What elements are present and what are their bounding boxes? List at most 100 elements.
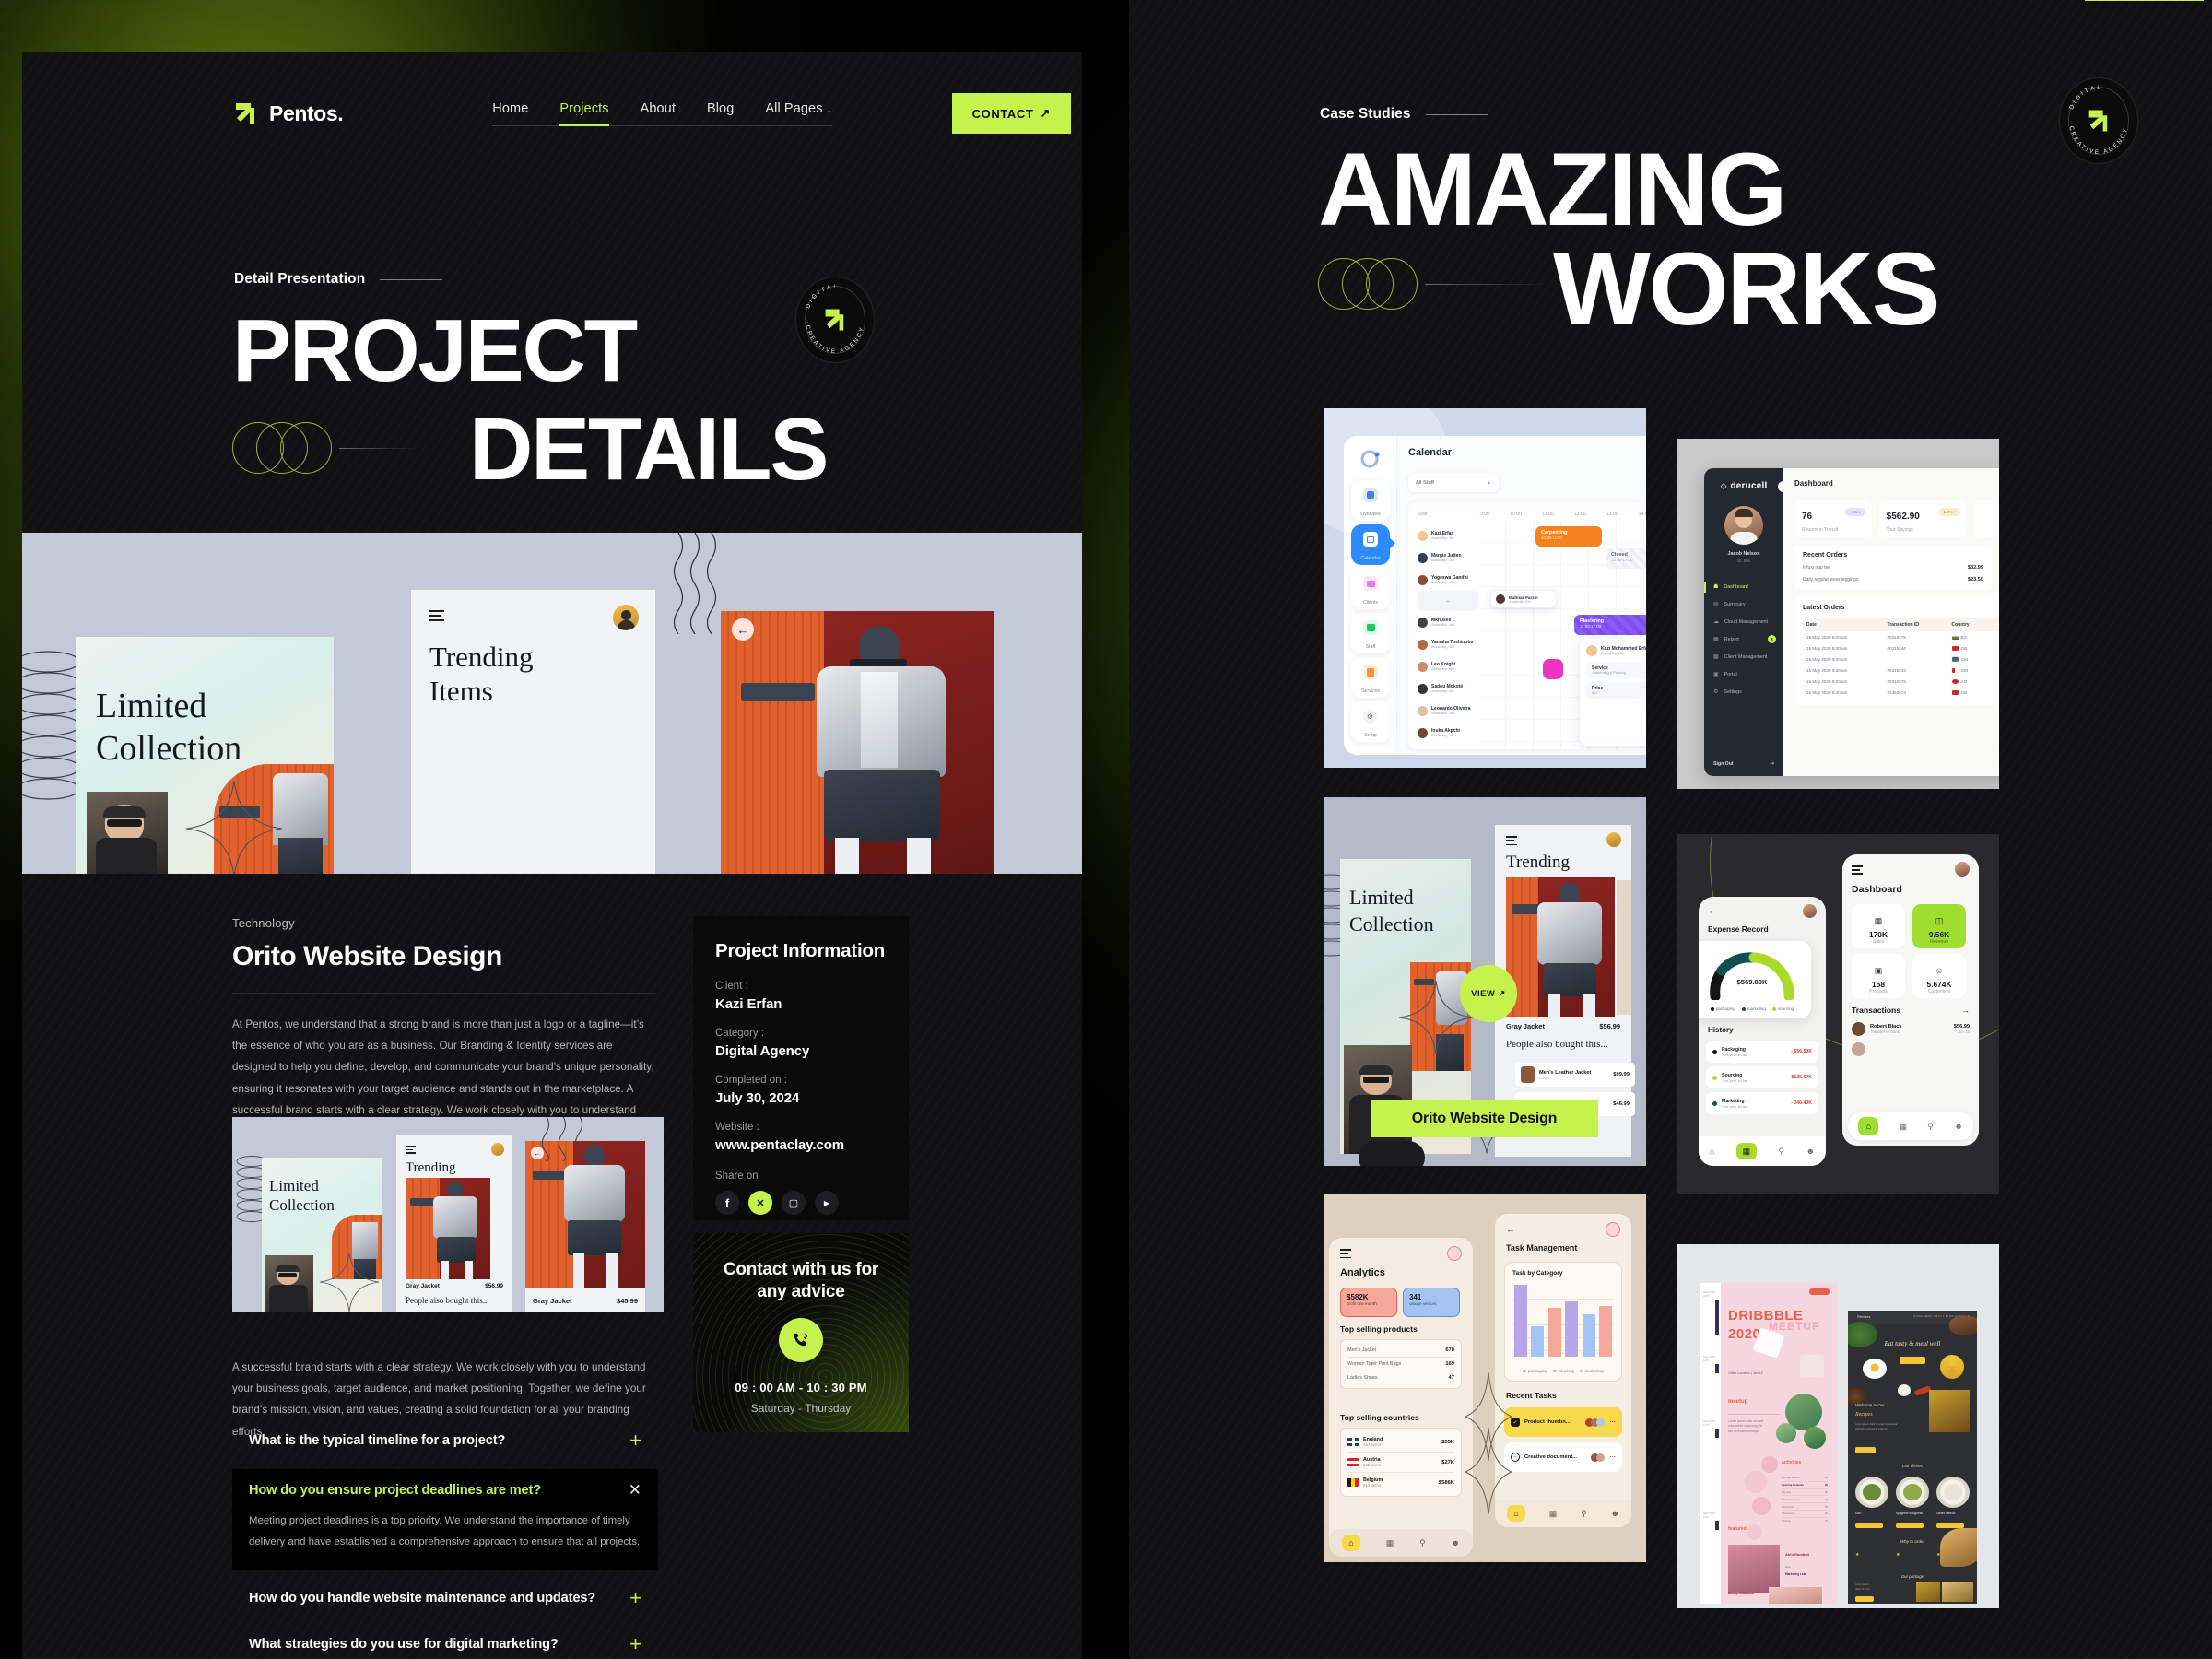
orito-subitem-row[interactable]: Men's Leather Jacket L XL $99.99	[1515, 1063, 1635, 1087]
profile-icon[interactable]: ☻	[1806, 1147, 1815, 1156]
sidebar-item-overview[interactable]: Overview	[1351, 480, 1390, 521]
case-card-derucell[interactable]: ◇ derucell Jacob Nelson ID: 996 ☗ Dashbo…	[1677, 439, 1999, 789]
history-row[interactable]: Sourcing This year so far - $125.67K	[1706, 1066, 1818, 1088]
menu-item-client[interactable]: ▦ Client Management	[1704, 648, 1783, 665]
faq-item-1[interactable]: How do you ensure project deadlines are …	[232, 1469, 658, 1570]
sidebar-item-setup[interactable]: ⚙ Setup	[1351, 701, 1390, 742]
calendar-event-closed[interactable]: Closed 15:00-17:00	[1606, 548, 1646, 569]
profile-icon[interactable]: ☻	[1954, 1122, 1962, 1131]
arrow-left-icon[interactable]: ←	[1506, 1225, 1515, 1235]
nav-link-home[interactable]: Home	[492, 101, 528, 126]
avatar[interactable]	[1606, 832, 1621, 847]
facebook-icon[interactable]: f	[715, 1191, 739, 1215]
history-row[interactable]: Packaging This year so far - $56.59K	[1706, 1041, 1818, 1063]
sidebar-item-services[interactable]: Services	[1351, 657, 1390, 698]
signout-button[interactable]: Sign Out ⇥	[1713, 760, 1774, 768]
menu-item-report[interactable]: ▦ Report 8	[1704, 630, 1783, 648]
view-project-button[interactable]: VIEW ↗	[1460, 965, 1517, 1022]
nav-link-blog[interactable]: Blog	[707, 101, 734, 126]
card-icon[interactable]: ▦	[1386, 1538, 1394, 1548]
staff-row[interactable]: Mkhuseli I. Availability: 48h	[1418, 611, 1478, 633]
task-row-product[interactable]: ✓ Product thumbn... ⋯	[1504, 1407, 1622, 1437]
phone-ring-icon[interactable]	[779, 1317, 823, 1362]
arrow-left-icon[interactable]: ←	[1708, 906, 1717, 916]
staff-row[interactable]: Kazi Erfan Availability: 48h	[1418, 524, 1478, 547]
faq-item-3[interactable]: What strategies do you use for digital m…	[232, 1621, 658, 1659]
more-icon[interactable]: ⋯	[1609, 1418, 1616, 1426]
sidebar-item-calendar[interactable]: Calendar	[1351, 524, 1395, 565]
menu-item-settings[interactable]: ⚙ Settings	[1704, 683, 1783, 700]
x-twitter-icon[interactable]: ✕	[748, 1191, 772, 1215]
hamburger-icon[interactable]	[406, 1146, 416, 1154]
arrow-right-icon[interactable]: →	[1961, 1006, 1970, 1015]
task-row-creative[interactable]: − Creative document... ⋯	[1504, 1442, 1622, 1472]
search-icon[interactable]: ⚲	[1927, 1122, 1934, 1132]
case-card-dribbble[interactable]: SECTION LIST SECTION LIST SECTION LIST SECT…	[1677, 1244, 1999, 1608]
info-value-website[interactable]: www.pentaclay.com	[715, 1137, 887, 1153]
staff-row[interactable]: Sadou Mokoté Availability: 48h	[1418, 677, 1478, 700]
menu-item-summary[interactable]: ▤ Summary	[1704, 595, 1783, 613]
orito-title-pill[interactable]: Orito Website Design	[1371, 1100, 1598, 1137]
youtube-icon[interactable]: ▶	[815, 1191, 839, 1215]
hamburger-icon[interactable]	[429, 610, 444, 621]
hamburger-icon[interactable]	[1340, 1249, 1351, 1259]
contact-button[interactable]: CONTACT ↗	[2084, 0, 2204, 1]
staff-row[interactable]: Yogeswa Gandhi Availability: 48h	[1418, 569, 1478, 591]
plus-icon[interactable]: +	[629, 1587, 641, 1608]
avatar[interactable]	[613, 605, 639, 630]
home-icon[interactable]: ⌂	[1341, 1535, 1360, 1551]
faq-item-0[interactable]: What is the typical timeline for a proje…	[232, 1418, 658, 1464]
calendar-event-carpenting[interactable]: Carpenting 10:00-11:00	[1535, 526, 1602, 547]
avatar[interactable]	[1606, 1222, 1620, 1237]
contact-button[interactable]: CONTACT ↗	[951, 93, 1071, 134]
plus-icon[interactable]: +	[629, 1430, 641, 1451]
add-staff-button[interactable]: +	[1418, 591, 1478, 611]
nav-link-all-pages[interactable]: All Pages ↓	[765, 101, 831, 126]
avatar[interactable]	[491, 1143, 504, 1156]
staff-row[interactable]: Leo Knight Availability: 48h	[1418, 655, 1478, 677]
case-card-orito[interactable]: Limited Collection Trending Gray Jacket …	[1324, 797, 1646, 1166]
hamburger-icon[interactable]	[1506, 836, 1517, 846]
sidebar-item-staff[interactable]: Staff	[1351, 613, 1390, 653]
card-icon[interactable]: ▦	[1735, 1143, 1757, 1159]
staff-row[interactable]: Leonardo Oliveira Availability: 48h	[1418, 700, 1478, 722]
search-icon[interactable]: ⚲	[1581, 1509, 1587, 1519]
brand-logo[interactable]: Pentos.	[234, 101, 344, 126]
avatar[interactable]	[1803, 904, 1817, 918]
calendar-event-block[interactable]	[1543, 659, 1563, 679]
faq-item-2[interactable]: How do you handle website maintenance an…	[232, 1575, 658, 1621]
hamburger-icon[interactable]	[1852, 865, 1863, 875]
nav-link-about[interactable]: About	[641, 101, 676, 126]
arrow-left-icon[interactable]: ←	[732, 618, 754, 641]
avatar[interactable]	[1447, 1246, 1462, 1261]
case-card-mobile-dashboard[interactable]: ← Expense Record $569.80K packaging mark…	[1677, 834, 1999, 1194]
card-icon[interactable]: ▦	[1549, 1509, 1558, 1519]
home-icon[interactable]: ⌂	[1710, 1147, 1714, 1156]
home-icon[interactable]: ⌂	[1858, 1117, 1879, 1135]
nav-link-projects[interactable]: Projects	[559, 101, 609, 126]
calendar-event-plastering[interactable]: Plastering 11:00-17:00	[1574, 615, 1646, 635]
staff-filter-dropdown[interactable]: All Staff ▲	[1408, 473, 1499, 492]
dribbble-cta[interactable]	[1809, 1288, 1830, 1295]
search-icon[interactable]: ⚲	[1778, 1147, 1784, 1157]
menu-item-cloud[interactable]: ☁ Cloud Management	[1704, 613, 1783, 630]
profile-icon[interactable]: ☻	[1611, 1509, 1619, 1518]
card-icon[interactable]: ▦	[1900, 1122, 1908, 1132]
close-icon[interactable]: ✕	[629, 1482, 641, 1498]
case-card-calendar[interactable]: Overview Calendar Clients Staff Services…	[1324, 408, 1646, 768]
transaction-row[interactable]: Robert Black Transfer to bank $56.99 Jun 2…	[1852, 1022, 1970, 1036]
profile-icon[interactable]: ☻	[1452, 1538, 1460, 1547]
staff-row[interactable]: Inuka Akpchi Availability: 48h	[1418, 722, 1478, 744]
menu-item-dashboard[interactable]: ☗ Dashboard	[1704, 578, 1783, 595]
sidebar-item-clients[interactable]: Clients	[1351, 569, 1390, 609]
avatar[interactable]	[1955, 862, 1970, 877]
staff-row[interactable]: Yamaha Toshinobu Availability: 48h	[1418, 633, 1478, 655]
instagram-icon[interactable]: ▢	[782, 1191, 806, 1215]
more-icon[interactable]: ⋯	[1609, 1453, 1616, 1461]
menu-item-portal[interactable]: ▣ Portal	[1704, 665, 1783, 683]
plus-icon[interactable]: +	[629, 1633, 641, 1654]
case-card-analytics[interactable]: Analytics $582K profit this month 341 un…	[1324, 1194, 1646, 1562]
history-row[interactable]: Marketing This year so far - 346.40K	[1706, 1092, 1818, 1114]
search-icon[interactable]: ⚲	[1419, 1538, 1426, 1548]
avatar[interactable]	[1724, 506, 1763, 545]
